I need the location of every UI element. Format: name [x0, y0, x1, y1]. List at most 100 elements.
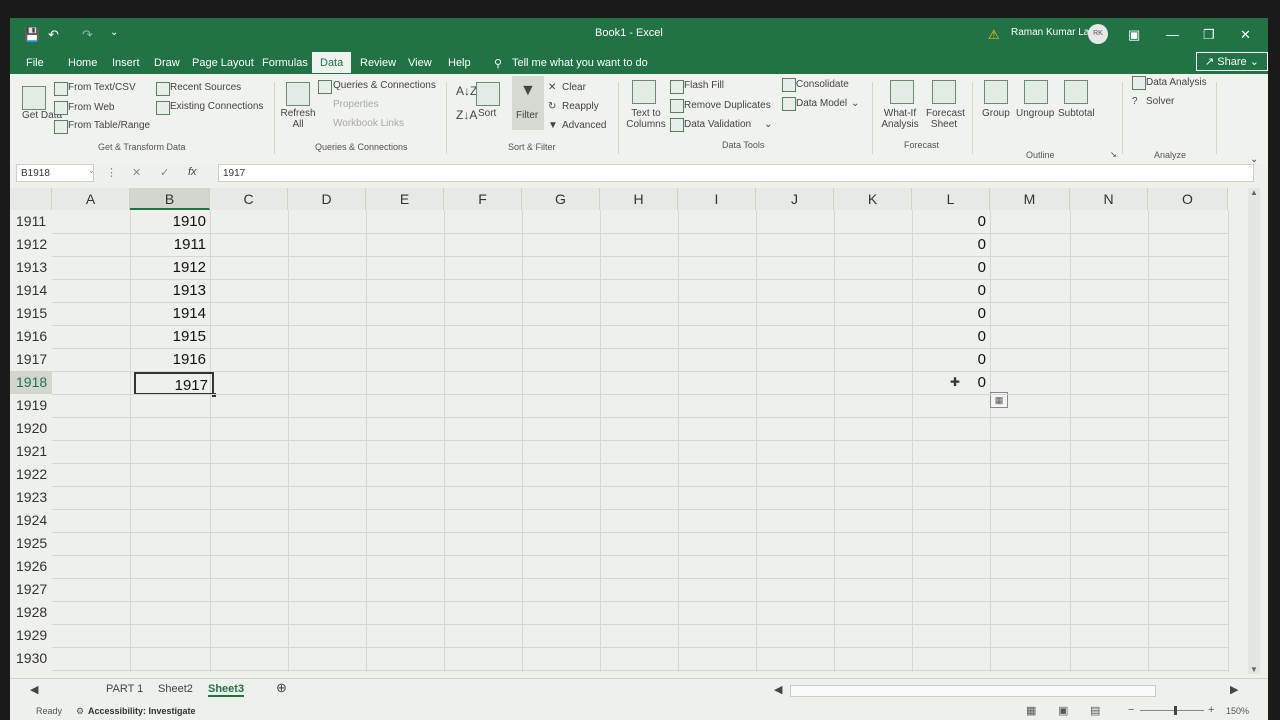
cell-l[interactable]: 0	[912, 210, 990, 233]
ungroup-icon[interactable]	[1024, 80, 1048, 104]
get-data-button[interactable]: Get Data	[22, 110, 62, 121]
row-header[interactable]: 1923	[10, 486, 52, 509]
tab-view[interactable]: View	[402, 55, 438, 71]
cell-b[interactable]: 1914	[130, 302, 210, 325]
horizontal-scrollbar-thumb[interactable]	[790, 685, 1156, 697]
consolidate-button[interactable]: Consolidate	[796, 79, 849, 90]
row-header[interactable]: 1917	[10, 348, 52, 371]
accessibility-status[interactable]: Accessibility: Investigate	[88, 706, 196, 716]
reapply-button[interactable]: Reapply	[562, 101, 599, 112]
save-icon[interactable]: 💾	[24, 27, 40, 43]
row-header[interactable]: 1920	[10, 417, 52, 440]
refresh-all-button[interactable]: Refresh All	[280, 108, 316, 130]
properties-button[interactable]: Properties	[333, 99, 379, 110]
outline-dialog-launcher-icon[interactable]: ↘	[1110, 150, 1117, 159]
recent-sources-button[interactable]: Recent Sources	[170, 82, 241, 93]
sort-button[interactable]: Sort	[478, 108, 496, 119]
column-header-b[interactable]: B	[130, 188, 210, 210]
zoom-slider[interactable]	[1140, 710, 1204, 711]
scroll-left-tabs-icon[interactable]: ◀	[30, 683, 38, 696]
row-header[interactable]: 1912	[10, 233, 52, 256]
minimize-icon[interactable]: —	[1166, 27, 1179, 42]
close-icon[interactable]: ✕	[1240, 27, 1251, 43]
zoom-in-icon[interactable]: +	[1208, 704, 1214, 716]
cell-b[interactable]: 1915	[130, 325, 210, 348]
column-header-l[interactable]: L	[912, 188, 990, 210]
tab-data[interactable]: Data	[312, 52, 352, 73]
row-header[interactable]: 1926	[10, 555, 52, 578]
sort-az-icon[interactable]: A↓Z	[456, 84, 477, 98]
sheet-tab-sheet3[interactable]: Sheet3	[208, 683, 245, 697]
column-header-n[interactable]: N	[1070, 188, 1148, 210]
cell-l[interactable]: 0	[912, 325, 990, 348]
row-header[interactable]: 1922	[10, 463, 52, 486]
column-header-h[interactable]: H	[600, 188, 678, 210]
column-header-f[interactable]: F	[444, 188, 522, 210]
avatar[interactable]: RK	[1088, 24, 1108, 44]
page-layout-view-icon[interactable]: ▣	[1058, 704, 1068, 717]
sort-icon[interactable]	[476, 82, 500, 106]
existing-connections-button[interactable]: Existing Connections	[170, 101, 263, 112]
zoom-level[interactable]: 150%	[1226, 706, 1249, 716]
column-header-e[interactable]: E	[366, 188, 444, 210]
cell-b[interactable]: 1916	[130, 348, 210, 371]
row-header[interactable]: 1928	[10, 601, 52, 624]
cell-l[interactable]: 0	[912, 233, 990, 256]
zoom-out-icon[interactable]: −	[1128, 704, 1134, 716]
sort-za-icon[interactable]: Z↓A	[456, 108, 477, 122]
column-header-c[interactable]: C	[210, 188, 288, 210]
enter-icon[interactable]: ✓	[160, 166, 169, 179]
forecast-sheet-icon[interactable]	[932, 80, 956, 104]
insert-function-icon[interactable]: fx	[188, 166, 197, 178]
from-web-button[interactable]: From Web	[68, 102, 115, 113]
column-header-i[interactable]: I	[678, 188, 756, 210]
data-validation-dropdown-icon[interactable]: ⌄	[764, 119, 772, 130]
tab-formulas[interactable]: Formulas	[256, 55, 314, 71]
tab-help[interactable]: Help	[442, 55, 477, 71]
tab-draw[interactable]: Draw	[148, 55, 186, 71]
group-button[interactable]: Group	[982, 108, 1010, 119]
cancel-icon[interactable]: ✕	[132, 166, 141, 179]
row-header[interactable]: 1924	[10, 509, 52, 532]
row-header[interactable]: 1921	[10, 440, 52, 463]
cell-b[interactable]: 1911	[130, 233, 210, 256]
tell-me-box[interactable]: Tell me what you want to do	[506, 55, 654, 71]
from-text-csv-button[interactable]: From Text/CSV	[68, 82, 136, 93]
what-if-icon[interactable]	[890, 80, 914, 104]
advanced-button[interactable]: Advanced	[562, 120, 606, 131]
forecast-sheet-button[interactable]: Forecast Sheet	[926, 108, 965, 130]
filter-button[interactable]: ▼ Filter	[512, 76, 544, 130]
column-header-d[interactable]: D	[288, 188, 366, 210]
tab-review[interactable]: Review	[354, 55, 402, 71]
what-if-analysis-button[interactable]: What-If Analysis	[876, 108, 924, 130]
row-header[interactable]: 1911	[10, 210, 52, 233]
row-header[interactable]: 1914	[10, 279, 52, 302]
normal-view-icon[interactable]: ▦	[1026, 704, 1036, 717]
sheet-tab-part1[interactable]: PART 1	[106, 683, 143, 695]
ribbon-display-icon[interactable]: ▣	[1128, 27, 1140, 43]
formula-input[interactable]: 1917	[218, 164, 1254, 182]
share-button[interactable]: ↗ Share ⌄	[1196, 52, 1268, 71]
cell-l[interactable]: 0	[912, 348, 990, 371]
subtotal-button[interactable]: Subtotal	[1058, 108, 1095, 119]
row-header-selected[interactable]: 1918	[10, 371, 52, 394]
page-break-view-icon[interactable]: ▤	[1090, 704, 1100, 717]
name-box-dropdown-icon[interactable]: ⌄	[88, 166, 95, 175]
column-header-m[interactable]: M	[990, 188, 1070, 210]
tab-page-layout[interactable]: Page Layout	[186, 55, 260, 71]
refresh-icon[interactable]	[286, 82, 310, 106]
column-header-o[interactable]: O	[1148, 188, 1228, 210]
select-all-corner[interactable]	[10, 188, 52, 210]
add-sheet-icon[interactable]: ⊕	[276, 680, 287, 696]
zoom-slider-thumb[interactable]	[1174, 706, 1177, 715]
workbook-links-button[interactable]: Workbook Links	[333, 118, 404, 129]
column-header-k[interactable]: K	[834, 188, 912, 210]
tab-home[interactable]: Home	[62, 55, 103, 71]
column-header-a[interactable]: A	[52, 188, 130, 210]
tab-file[interactable]: File	[20, 55, 50, 71]
solver-button[interactable]: Solver	[1146, 96, 1174, 107]
remove-duplicates-button[interactable]: Remove Duplicates	[684, 100, 771, 111]
cell-b[interactable]: 1913	[130, 279, 210, 302]
column-header-g[interactable]: G	[522, 188, 600, 210]
ungroup-button[interactable]: Ungroup	[1016, 108, 1054, 119]
